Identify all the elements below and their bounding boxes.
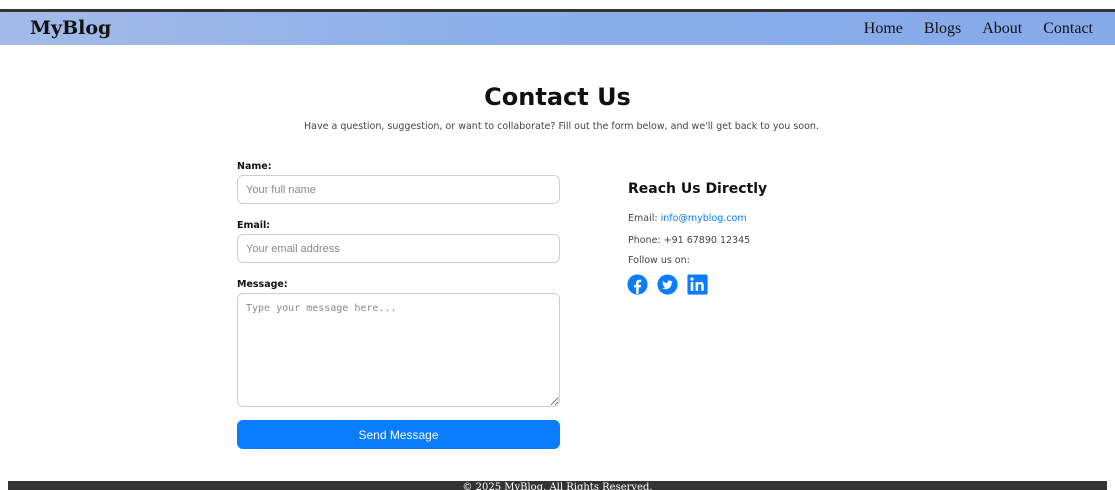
page-subtitle: Have a question, suggestion, or want to … [304, 121, 819, 132]
linkedin-icon[interactable] [687, 274, 708, 295]
nav-about-link[interactable]: About [982, 20, 1022, 38]
name-input[interactable] [237, 175, 560, 204]
send-message-button[interactable]: Send Message [237, 420, 560, 449]
footer: © 2025 MyBlog. All Rights Reserved. [8, 481, 1107, 490]
nav-links: Home Blogs About Contact [864, 20, 1093, 38]
email-info: Email: info@myblog.com [628, 213, 747, 224]
message-label: Message: [237, 279, 288, 290]
name-label: Name: [237, 161, 272, 172]
nav-contact-link[interactable]: Contact [1043, 20, 1093, 38]
navbar: MyBlog Home Blogs About Contact [0, 12, 1115, 45]
nav-home-link[interactable]: Home [864, 20, 903, 38]
message-textarea[interactable] [237, 293, 560, 407]
follow-us-text: Follow us on: [628, 255, 690, 266]
email-label: Email: [237, 220, 271, 231]
email-input[interactable] [237, 234, 560, 263]
phone-info: Phone: +91 67890 12345 [628, 235, 751, 246]
email-link[interactable]: info@myblog.com [661, 213, 747, 224]
facebook-icon[interactable] [627, 274, 648, 295]
footer-copyright: © 2025 MyBlog. All Rights Reserved. [462, 482, 653, 490]
social-links [627, 274, 708, 295]
twitter-icon[interactable] [657, 274, 678, 295]
brand-logo[interactable]: MyBlog [30, 17, 111, 39]
page-title: Contact Us [484, 83, 631, 111]
nav-blogs-link[interactable]: Blogs [924, 20, 961, 38]
reach-us-heading: Reach Us Directly [628, 181, 768, 197]
email-info-label: Email: [628, 213, 661, 224]
